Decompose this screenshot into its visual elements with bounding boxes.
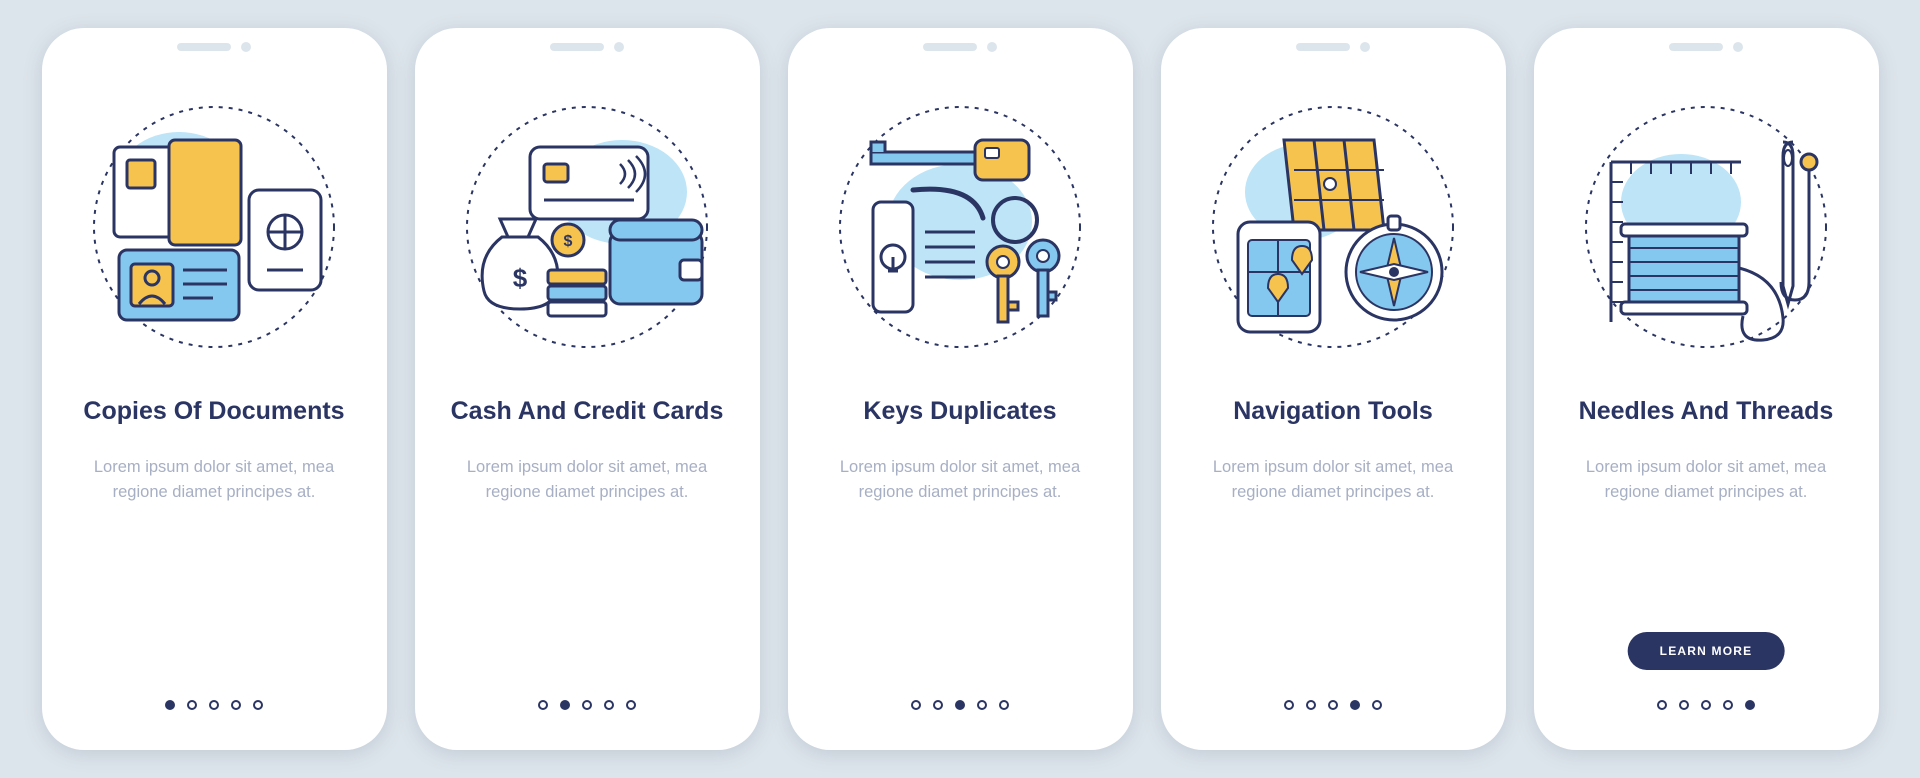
phone-notch <box>550 42 624 52</box>
phone-notch <box>1296 42 1370 52</box>
pagination-dots <box>911 700 1009 710</box>
notch-speaker <box>1296 43 1350 51</box>
notch-camera <box>614 42 624 52</box>
dot-4[interactable] <box>1350 700 1360 710</box>
card-description: Lorem ipsum dolor sit amet, mea regione … <box>830 455 1090 505</box>
notch-speaker <box>550 43 604 51</box>
dot-3[interactable] <box>1328 700 1338 710</box>
pagination-dots <box>538 700 636 710</box>
pagination-dots <box>1657 700 1755 710</box>
dot-3[interactable] <box>209 700 219 710</box>
card-title: Navigation Tools <box>1233 396 1433 427</box>
notch-camera <box>1360 42 1370 52</box>
navigation-icon <box>1198 92 1468 362</box>
dot-1[interactable] <box>911 700 921 710</box>
dot-2[interactable] <box>933 700 943 710</box>
notch-camera <box>1733 42 1743 52</box>
dot-1[interactable] <box>538 700 548 710</box>
dot-2[interactable] <box>560 700 570 710</box>
phone-notch <box>923 42 997 52</box>
svg-text:$: $ <box>564 233 573 250</box>
dot-3[interactable] <box>582 700 592 710</box>
svg-text:$: $ <box>513 263 528 293</box>
onboarding-card-2: $ $ Cash And Credit Cards Lorem ipsum do… <box>415 28 760 750</box>
notch-camera <box>987 42 997 52</box>
dot-5[interactable] <box>999 700 1009 710</box>
phone-notch <box>177 42 251 52</box>
dot-2[interactable] <box>187 700 197 710</box>
notch-speaker <box>177 43 231 51</box>
notch-speaker <box>1669 43 1723 51</box>
onboarding-card-1: Copies Of Documents Lorem ipsum dolor si… <box>42 28 387 750</box>
dot-3[interactable] <box>1701 700 1711 710</box>
dot-2[interactable] <box>1679 700 1689 710</box>
dot-4[interactable] <box>1723 700 1733 710</box>
onboarding-card-4: Navigation Tools Lorem ipsum dolor sit a… <box>1161 28 1506 750</box>
dot-2[interactable] <box>1306 700 1316 710</box>
card-description: Lorem ipsum dolor sit amet, mea regione … <box>84 455 344 505</box>
card-title: Copies Of Documents <box>83 396 344 427</box>
card-title: Cash And Credit Cards <box>451 396 724 427</box>
pagination-dots <box>1284 700 1382 710</box>
card-title: Keys Duplicates <box>863 396 1056 427</box>
onboarding-card-5: Needles And Threads Lorem ipsum dolor si… <box>1534 28 1879 750</box>
dot-5[interactable] <box>1372 700 1382 710</box>
dot-5[interactable] <box>1745 700 1755 710</box>
notch-camera <box>241 42 251 52</box>
dot-1[interactable] <box>1657 700 1667 710</box>
dot-1[interactable] <box>1284 700 1294 710</box>
dot-5[interactable] <box>253 700 263 710</box>
card-description: Lorem ipsum dolor sit amet, mea regione … <box>1576 455 1836 505</box>
card-title: Needles And Threads <box>1579 396 1834 427</box>
dot-4[interactable] <box>604 700 614 710</box>
needle-thread-icon <box>1571 92 1841 362</box>
cash-cards-icon: $ $ <box>452 92 722 362</box>
notch-speaker <box>923 43 977 51</box>
phone-notch <box>1669 42 1743 52</box>
documents-icon <box>79 92 349 362</box>
card-description: Lorem ipsum dolor sit amet, mea regione … <box>457 455 717 505</box>
dot-3[interactable] <box>955 700 965 710</box>
learn-more-button[interactable]: LEARN MORE <box>1628 632 1785 670</box>
keys-icon <box>825 92 1095 362</box>
dot-4[interactable] <box>977 700 987 710</box>
dot-5[interactable] <box>626 700 636 710</box>
dot-4[interactable] <box>231 700 241 710</box>
pagination-dots <box>165 700 263 710</box>
card-description: Lorem ipsum dolor sit amet, mea regione … <box>1203 455 1463 505</box>
onboarding-card-3: Keys Duplicates Lorem ipsum dolor sit am… <box>788 28 1133 750</box>
dot-1[interactable] <box>165 700 175 710</box>
